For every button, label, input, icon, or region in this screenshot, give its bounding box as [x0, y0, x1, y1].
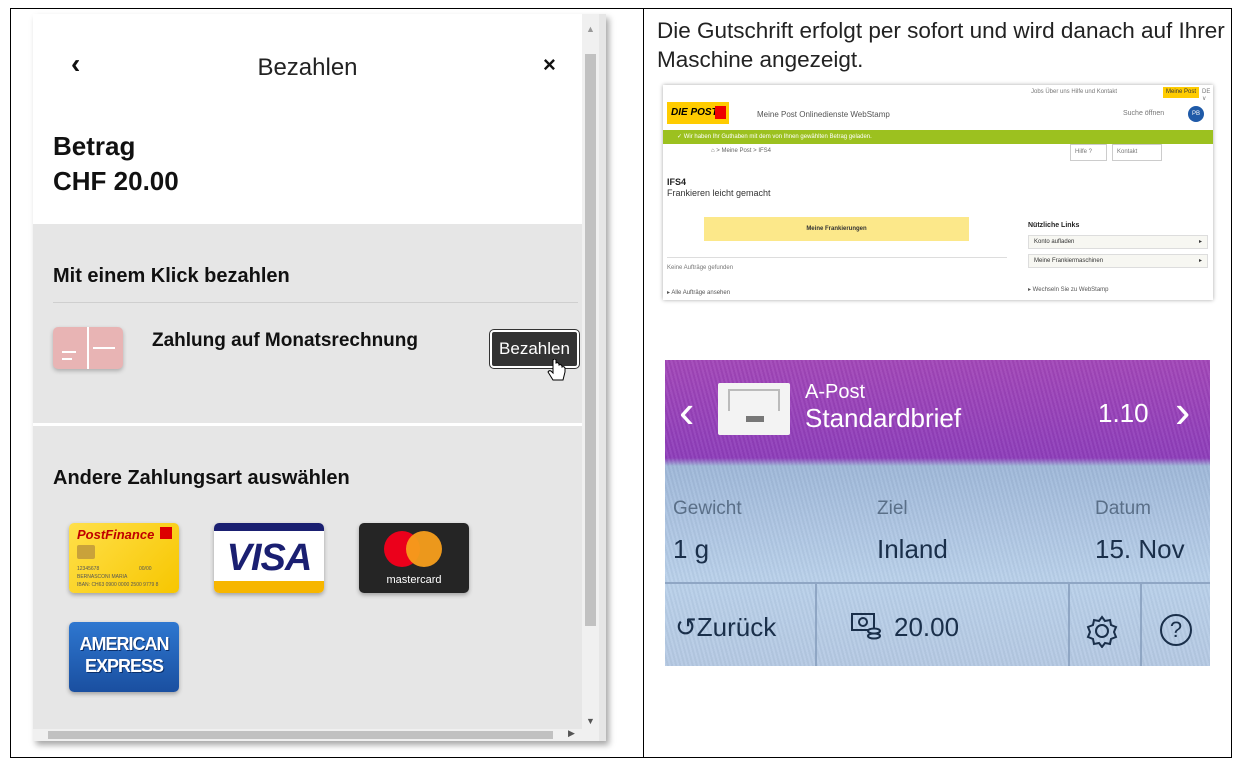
amex-brand-line2: EXPRESS — [84, 656, 164, 676]
visa-card[interactable]: VISA — [214, 523, 324, 593]
envelope-icon — [718, 383, 790, 435]
dialog-title: Bezahlen — [257, 54, 358, 81]
language-selector[interactable]: DE ∨ — [1202, 89, 1213, 102]
useful-links-heading: Nützliche Links — [1028, 222, 1080, 229]
horizontal-scroll-thumb[interactable] — [48, 731, 553, 739]
my-post-button[interactable]: Meine Post — [1163, 87, 1199, 98]
help-button[interactable]: Hilfe ? — [1070, 144, 1107, 161]
post-website-screenshot: Jobs Über uns Hilfe und Kontakt Meine Po… — [663, 85, 1213, 300]
bottom-bar-separator — [1068, 584, 1070, 666]
all-orders-link[interactable]: ▸ Alle Aufträge ansehen — [667, 289, 730, 296]
bottom-bar-divider — [665, 582, 1210, 584]
no-orders-text: Keine Aufträge gefunden — [667, 265, 734, 271]
card-chip-icon — [77, 545, 95, 559]
page-title: IFS4 — [667, 177, 687, 187]
card-number: 12345678 — [77, 566, 100, 572]
service-label: A-Post — [805, 381, 866, 403]
scroll-up-icon[interactable]: ▲ — [586, 24, 595, 34]
vertical-scrollbar[interactable]: ▲ ▼ — [582, 14, 599, 741]
bottom-bar-separator — [815, 584, 817, 666]
card-holder: BERNASCONI MARIA — [77, 574, 128, 580]
search-link[interactable]: Suche öffnen — [1123, 110, 1164, 117]
table-divider — [643, 8, 644, 758]
vertical-scroll-thumb[interactable] — [585, 54, 596, 626]
dialog-header: ‹ Bezahlen × Betrag CHF 20.00 — [33, 14, 582, 224]
section-divider — [33, 423, 582, 426]
page-subtitle: Frankieren leicht gemacht — [667, 188, 771, 198]
payment-dialog: ‹ Bezahlen × Betrag CHF 20.00 Mit einem … — [33, 14, 606, 741]
next-product-icon[interactable]: › — [1175, 388, 1190, 434]
webstamp-link[interactable]: ▸ Wechseln Sie zu WebStamp — [1028, 286, 1109, 293]
main-nav[interactable]: Meine Post Onlinedienste WebStamp — [757, 110, 890, 119]
postfinance-brand: PostFinance — [77, 527, 155, 542]
invoice-option-label: Zahlung auf Monatsrechnung — [152, 330, 418, 351]
postfinance-card[interactable]: PostFinance 12345678 00/00 BERNASCONI MA… — [69, 523, 179, 593]
success-banner-text: ✓ Wir haben Ihr Guthaben mit dem von Ihn… — [677, 134, 872, 140]
help-icon[interactable]: ? — [1160, 614, 1192, 646]
content-divider — [667, 257, 1007, 258]
weight-value[interactable]: 1 g — [673, 534, 709, 565]
scroll-right-icon[interactable]: ▶ — [568, 728, 575, 739]
swiss-cross-icon — [160, 527, 172, 539]
visa-brand: VISA — [226, 537, 313, 579]
product-label: Standardbrief — [805, 403, 962, 433]
amount-value: CHF 20.00 — [53, 166, 179, 196]
other-methods-title: Andere Zahlungsart auswählen — [53, 467, 350, 489]
franking-machine-photo: ‹ A-Post Standardbrief 1.10 › Gewicht Zi… — [665, 360, 1210, 666]
scroll-down-icon[interactable]: ▼ — [586, 716, 595, 726]
gear-icon[interactable] — [1085, 614, 1119, 648]
card-expiry: 00/00 — [139, 566, 152, 572]
credit-value: 20.00 — [894, 612, 960, 642]
post-logo[interactable]: DIE POST — [667, 102, 729, 124]
close-button[interactable]: × — [543, 52, 556, 78]
link-label: Meine Frankiermaschinen — [1034, 258, 1104, 264]
horizontal-scrollbar[interactable]: ▶ — [33, 728, 582, 741]
credit-balance-icon — [851, 613, 881, 640]
one-click-title: Mit einem Klick bezahlen — [53, 265, 290, 287]
link-my-franking-machines[interactable]: Meine Frankiermaschinen ▸ — [1028, 254, 1208, 268]
link-top-up-account[interactable]: Konto aufladen ▸ — [1028, 235, 1208, 249]
invoice-icon — [53, 327, 123, 369]
chevron-right-icon: ▸ — [1198, 239, 1202, 245]
chevron-right-icon: ▸ — [1198, 258, 1202, 264]
post-logo-text: DIE POST — [671, 107, 718, 118]
amount-label: Betrag — [53, 131, 136, 161]
top-links[interactable]: Jobs Über uns Hilfe und Kontakt — [1031, 89, 1117, 95]
date-value[interactable]: 15. Nov — [1095, 534, 1185, 565]
contact-button[interactable]: Kontakt — [1112, 144, 1162, 161]
product-price: 1.10 — [1098, 398, 1149, 428]
weight-label: Gewicht — [673, 498, 742, 519]
instruction-caption: Die Gutschrift erfolgt per sofort und wi… — [657, 18, 1225, 72]
date-label: Datum — [1095, 498, 1151, 519]
breadcrumb[interactable]: ⌂ > Meine Post > IFS4 — [711, 148, 771, 154]
back-button[interactable]: ↺Zurück — [675, 612, 776, 643]
amex-brand-line1: AMERICAN — [79, 634, 170, 654]
amex-card[interactable]: AMERICAN EXPRESS — [69, 622, 179, 692]
mastercard-card[interactable]: mastercard — [359, 523, 469, 593]
bottom-bar-separator — [1140, 584, 1142, 666]
destination-value[interactable]: Inland — [877, 534, 948, 565]
link-label: Konto aufladen — [1034, 239, 1075, 245]
destination-label: Ziel — [877, 498, 908, 519]
my-franking-tab[interactable]: Meine Frankierungen — [704, 217, 969, 241]
card-iban: IBAN: CH63 0900 0000 2500 9779 8 — [77, 582, 159, 588]
avatar[interactable]: PB — [1188, 106, 1204, 122]
swiss-cross-icon — [715, 106, 726, 119]
mastercard-brand: mastercard — [386, 574, 442, 586]
success-banner: ✓ Wir haben Ihr Guthaben mit dem von Ihn… — [663, 130, 1213, 144]
hand-cursor-icon — [547, 359, 566, 381]
section-separator — [53, 302, 578, 303]
previous-product-icon[interactable]: ‹ — [679, 388, 694, 434]
